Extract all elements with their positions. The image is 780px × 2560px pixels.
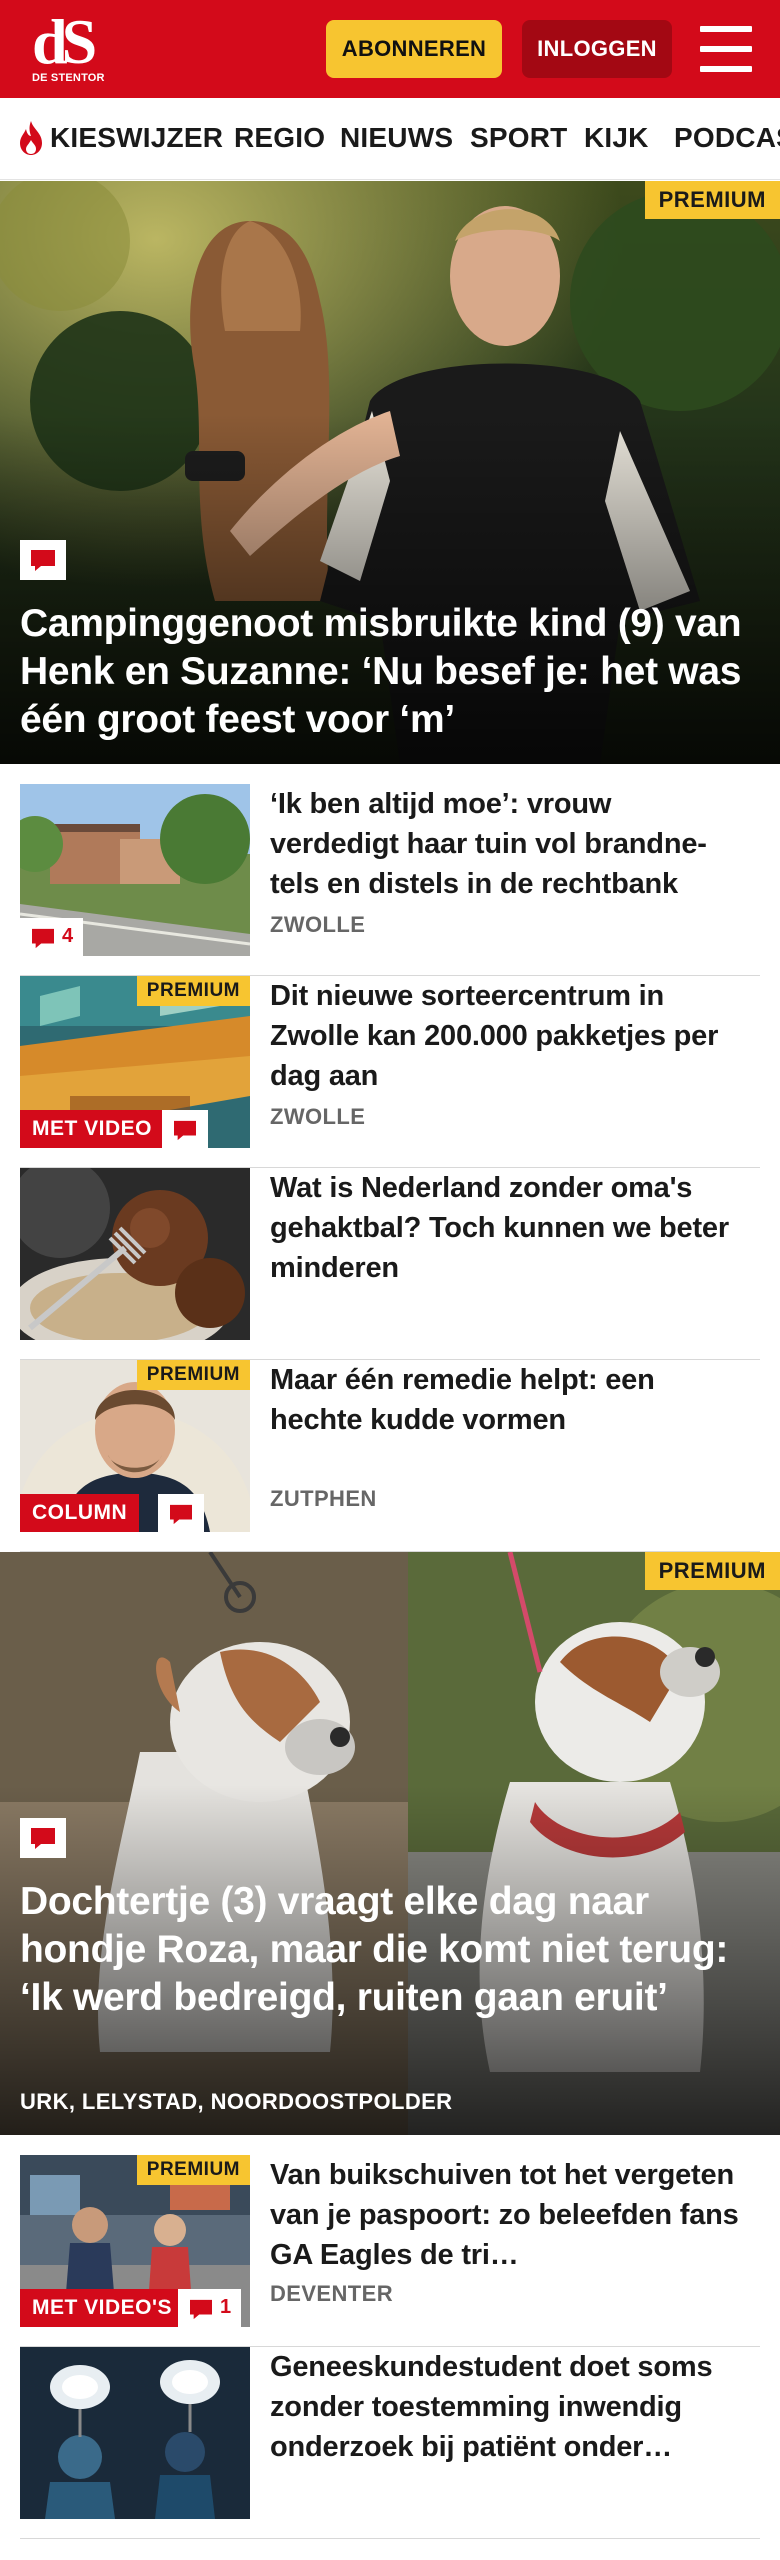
article-location: ZWOLLE [270,912,366,937]
video-badge: MET VIDEO'S [20,2289,185,2327]
article-thumbnail: PREMIUM MET VIDEO'S 1 [20,2155,250,2327]
premium-badge: PREMIUM [644,1552,780,1590]
hero-article-2[interactable]: PREMIUM Dochtertje (3) vraagt elke dag n… [0,1552,780,2135]
premium-badge: PREMIUM [644,181,780,219]
article-title[interactable]: Wat is Nederland zonder oma's gehaktbal?… [270,1168,740,1288]
article-title[interactable]: Dit nieuwe sorteercentrum in Zwolle kan … [270,976,740,1096]
list-item[interactable]: PREMIUM COLUMN Maar één remedie helpt: e… [20,1360,760,1552]
comment-icon [20,1818,66,1858]
list-item[interactable]: Geneeskundestudent doet soms zonder toes… [20,2347,760,2539]
premium-badge: PREMIUM [136,1360,250,1390]
hero-article-1[interactable]: PREMIUM Campinggenoot misbruikte kind (9… [0,181,780,764]
list-item[interactable]: 4 ‘Ik ben altijd moe’: vrouw verdedigt h… [20,784,760,976]
article-title[interactable]: Geneeskundestudent doet soms zonder toes… [270,2347,740,2467]
column-badge: COLUMN [20,1494,140,1532]
subscribe-button[interactable]: ABONNEREN [326,20,502,78]
section-nav: KIESWIJZER REGIO NIEUWS SPORT KIJK PODCA… [0,98,780,180]
article-location: ZWOLLE [270,1104,366,1129]
hero-location: URK, LELYSTAD, NOORDOOSTPOLDER [20,2089,453,2114]
login-button[interactable]: INLOGGEN [522,20,672,78]
nav-item-nieuws[interactable]: NIEUWS [340,122,453,154]
comment-count-badge: 1 [178,2289,242,2327]
article-title[interactable]: Van buikschuiven tot het vergeten van je… [270,2155,740,2275]
article-title[interactable]: ‘Ik ben altijd moe’: vrouw verdedigt haa… [270,784,740,904]
logo-mark: dS [32,6,97,77]
hamburger-menu-icon[interactable] [700,26,752,72]
comment-icon [20,540,66,580]
hero-headline[interactable]: Campinggenoot misbruikte kind (9) van He… [20,600,756,744]
list-item[interactable]: Wat is Nederland zonder oma's gehaktbal?… [20,1168,760,1360]
article-title[interactable]: Maar één remedie helpt: een hechte kudde… [270,1360,740,1440]
premium-badge: PREMIUM [136,976,250,1006]
comment-count-badge: 4 [20,918,84,956]
article-thumbnail [20,1168,250,1340]
logo-subtitle: DE STENTOR [32,72,105,84]
comment-count: 4 [62,925,74,947]
article-thumbnail: PREMIUM MET VIDEO [20,976,250,1148]
comment-icon [170,1504,192,1525]
article-thumbnail [20,2347,250,2519]
article-thumbnail: PREMIUM COLUMN [20,1360,250,1532]
comment-icon [190,2299,212,2320]
hero-headline[interactable]: Dochtertje (3) vraagt elke dag naar hond… [20,1878,756,2022]
comment-count: 1 [220,2296,232,2318]
top-header: dS DE STENTOR ABONNEREN INLOGGEN [0,0,780,98]
comment-badge [158,1494,204,1532]
nav-item-kijk[interactable]: KIJK [584,122,649,154]
comment-icon [32,928,54,949]
article-thumbnail: 4 [20,784,250,956]
article-location: DEVENTER [270,2281,393,2306]
flame-icon [20,121,42,155]
list-item[interactable]: PREMIUM MET VIDEO Dit nieuwe sorteercent… [20,976,760,1168]
nav-item-regio[interactable]: REGIO [234,122,325,154]
comment-icon [174,1120,196,1141]
video-badge: MET VIDEO [20,1110,165,1148]
nav-item-kieswijzer[interactable]: KIESWIJZER [50,122,223,154]
nav-item-sport[interactable]: SPORT [470,122,567,154]
site-logo[interactable]: dS DE STENTOR [26,10,126,90]
premium-badge: PREMIUM [136,2155,250,2185]
comment-badge [162,1110,208,1148]
list-item[interactable]: PREMIUM MET VIDEO'S 1 Van buikschuiven t… [20,2155,760,2347]
article-location: ZUTPHEN [270,1486,377,1511]
nav-item-podcast[interactable]: PODCAST [674,122,780,154]
